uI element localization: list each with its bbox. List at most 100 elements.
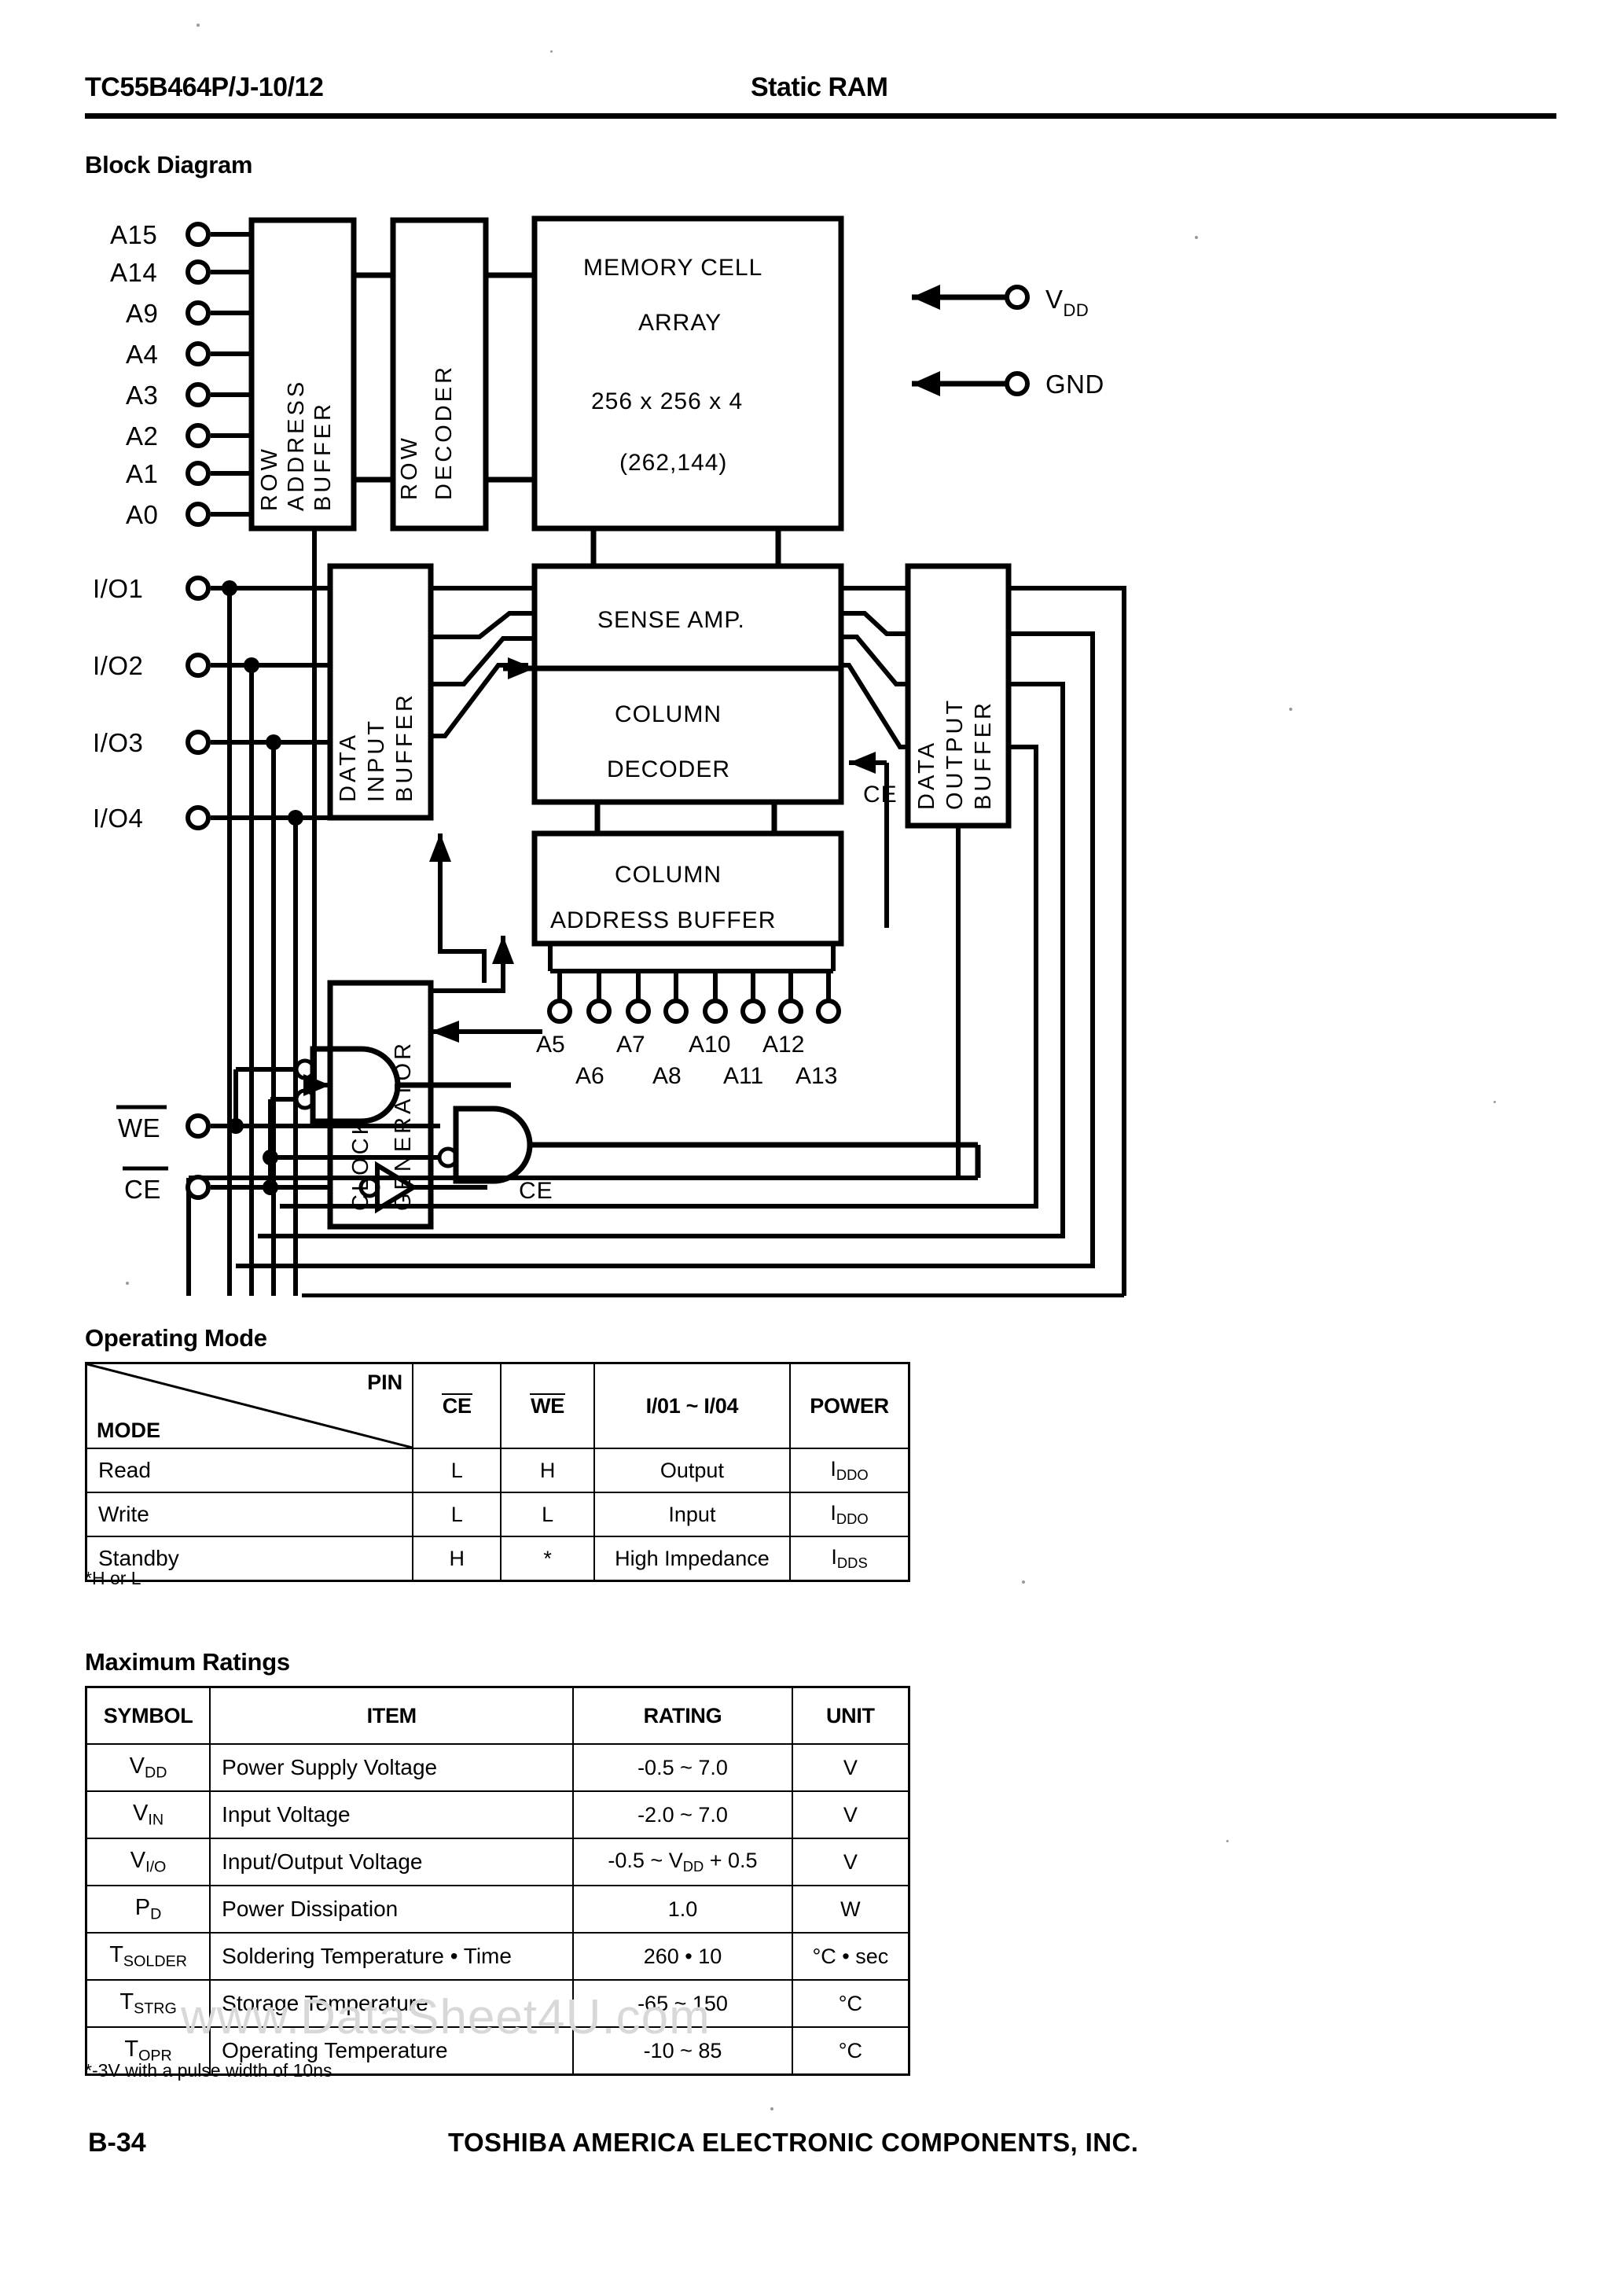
- operating-mode-footnote: *H or L: [85, 1568, 141, 1588]
- corner-header-cell: PIN MODE: [85, 1362, 414, 1449]
- col-header-symbol: SYMBOL: [85, 1686, 211, 1745]
- cell-rating-vin: -2.0 ~ 7.0: [572, 1790, 793, 1839]
- pin-terminal-a5: [547, 999, 572, 1024]
- cell-rating-topr: -10 ~ 85: [572, 2026, 793, 2076]
- cell-unit-vin: V: [791, 1790, 910, 1839]
- block-diagram: A15 A14 A9 A4 A3 A2 A1 A0 I/O1 I/O2 I/O3…: [0, 197, 1624, 1297]
- svg-text:ARRAY: ARRAY: [638, 310, 722, 336]
- scan-speckle: [1022, 1580, 1025, 1584]
- operating-mode-table: PIN MODE CE WE I/01 ~ I/04 POWER Read L …: [85, 1362, 910, 1582]
- cell-write-ce: L: [412, 1492, 502, 1537]
- header-divider: [85, 113, 1556, 119]
- cell-unit-pd: W: [791, 1885, 910, 1934]
- pin-label-a13: A13: [795, 1063, 837, 1089]
- pin-terminal-gnd: [1005, 371, 1030, 396]
- scan-speckle: [550, 50, 553, 53]
- pin-terminal-a9: [186, 300, 211, 326]
- cell-standby-ce: H: [412, 1536, 502, 1582]
- pin-label-io4: I/O4: [93, 804, 143, 833]
- cell-standby-io: High Impedance: [593, 1536, 792, 1582]
- pin-label-io1: I/O1: [93, 574, 143, 603]
- company-name: TOSHIBA AMERICA ELECTRONIC COMPONENTS, I…: [448, 2128, 1139, 2157]
- pin-label-a9: A9: [126, 299, 158, 328]
- pin-terminal-a12: [778, 999, 803, 1024]
- pin-label-a5: A5: [536, 1032, 565, 1058]
- col-header-unit: UNIT: [791, 1686, 910, 1745]
- table-row: PD Power Dissipation 1.0 W: [85, 1885, 910, 1934]
- cell-rating-tstrg: -65 ~ 150: [572, 1979, 793, 2028]
- block-row-decoder: ROW DECODER: [397, 364, 457, 500]
- svg-text:ADDRESS: ADDRESS: [284, 379, 309, 511]
- pin-terminal-a10: [703, 999, 728, 1024]
- cell-unit-topr: °C: [791, 2026, 910, 2076]
- block-column-decoder: COLUMN DECODER: [607, 701, 729, 782]
- cell-standby-we: *: [500, 1536, 595, 1582]
- cell-item-pd: Power Dissipation: [209, 1885, 575, 1934]
- svg-text:CLOCK: CLOCK: [348, 1117, 373, 1211]
- table-row: Read L H Output IDDO: [85, 1448, 910, 1493]
- svg-text:(262,144): (262,144): [619, 450, 727, 476]
- svg-text:BUFFER: BUFFER: [392, 692, 417, 802]
- part-number-title: TC55B464P/J-10/12: [85, 72, 324, 102]
- col-header-io: I/01 ~ I/04: [593, 1362, 792, 1449]
- svg-text:ADDRESS BUFFER: ADDRESS BUFFER: [550, 907, 776, 933]
- pin-terminal-a14: [186, 259, 211, 285]
- cell-standby-power: IDDS: [789, 1536, 910, 1582]
- pin-terminal-a8: [663, 999, 689, 1024]
- cell-write-io: Input: [593, 1492, 792, 1537]
- cell-symbol-vdd: VDD: [85, 1743, 211, 1792]
- page-number: B-34: [88, 2128, 146, 2158]
- pin-terminal-ce: [186, 1175, 211, 1200]
- pin-label-a8: A8: [652, 1063, 682, 1089]
- scan-speckle: [770, 2107, 773, 2110]
- table-row: TSOLDER Soldering Temperature • Time 260…: [85, 1932, 910, 1981]
- pin-terminal-a11: [740, 999, 766, 1024]
- cell-item-tsolder: Soldering Temperature • Time: [209, 1932, 575, 1981]
- signal-label-ce-right: CE: [863, 782, 898, 808]
- block-column-address-buffer: COLUMN ADDRESS BUFFER: [550, 862, 776, 933]
- operating-mode-heading: Operating Mode: [85, 1324, 267, 1352]
- pin-label-a2: A2: [126, 421, 158, 451]
- pin-terminal-a13: [816, 999, 841, 1024]
- cell-mode-write: Write: [85, 1492, 414, 1537]
- pin-terminal-a6: [586, 999, 612, 1024]
- scan-speckle: [126, 1282, 129, 1285]
- table-row: VIN Input Voltage -2.0 ~ 7.0 V: [85, 1790, 910, 1839]
- table-row: TSTRG Storage Temperature -65 ~ 150 °C: [85, 1979, 910, 2028]
- col-header-we: WE: [500, 1362, 595, 1449]
- pin-terminal-a4: [186, 341, 211, 366]
- svg-text:OUTPUT: OUTPUT: [942, 697, 968, 810]
- pin-terminal-we: [186, 1113, 211, 1139]
- block-row-address-buffer: ROW ADDRESS BUFFER: [257, 379, 336, 511]
- pin-terminal-a15: [186, 222, 211, 247]
- cell-unit-tsolder: °C • sec: [791, 1932, 910, 1981]
- cell-symbol-tsolder: TSOLDER: [85, 1932, 211, 1981]
- svg-text:ROW: ROW: [257, 446, 282, 511]
- cell-unit-vdd: V: [791, 1743, 910, 1792]
- signal-label-ce-bottom: CE: [519, 1178, 553, 1204]
- cell-item-tstrg: Storage Temperature: [209, 1979, 575, 2028]
- svg-text:DATA: DATA: [914, 740, 939, 810]
- svg-text:DATA: DATA: [336, 732, 361, 802]
- table-row: Standby H * High Impedance IDDS: [85, 1536, 910, 1582]
- table-header-row: SYMBOL ITEM RATING UNIT: [85, 1686, 910, 1745]
- cell-read-power: IDDO: [789, 1448, 910, 1493]
- pin-label-we: WE: [118, 1113, 160, 1142]
- block-diagram-heading: Block Diagram: [85, 151, 253, 178]
- cell-item-vin: Input Voltage: [209, 1790, 575, 1839]
- scan-speckle: [1494, 1101, 1496, 1103]
- table-row: VDD Power Supply Voltage -0.5 ~ 7.0 V: [85, 1743, 910, 1792]
- cell-symbol-pd: PD: [85, 1885, 211, 1934]
- pin-terminal-a3: [186, 382, 211, 407]
- cell-symbol-vio: VI/O: [85, 1838, 211, 1886]
- svg-text:BUFFER: BUFFER: [310, 401, 336, 511]
- cell-rating-vdd: -0.5 ~ 7.0: [572, 1743, 793, 1792]
- pin-label-a11: A11: [723, 1063, 763, 1089]
- pin-terminal-vdd: [1005, 285, 1030, 310]
- col-header-ce: CE: [412, 1362, 502, 1449]
- col-header-item: ITEM: [209, 1686, 575, 1745]
- corner-mode-label: MODE: [97, 1418, 160, 1442]
- pin-label-vdd: VDD: [1045, 285, 1089, 320]
- svg-text:COLUMN: COLUMN: [615, 862, 722, 888]
- pin-label-a1: A1: [126, 459, 158, 488]
